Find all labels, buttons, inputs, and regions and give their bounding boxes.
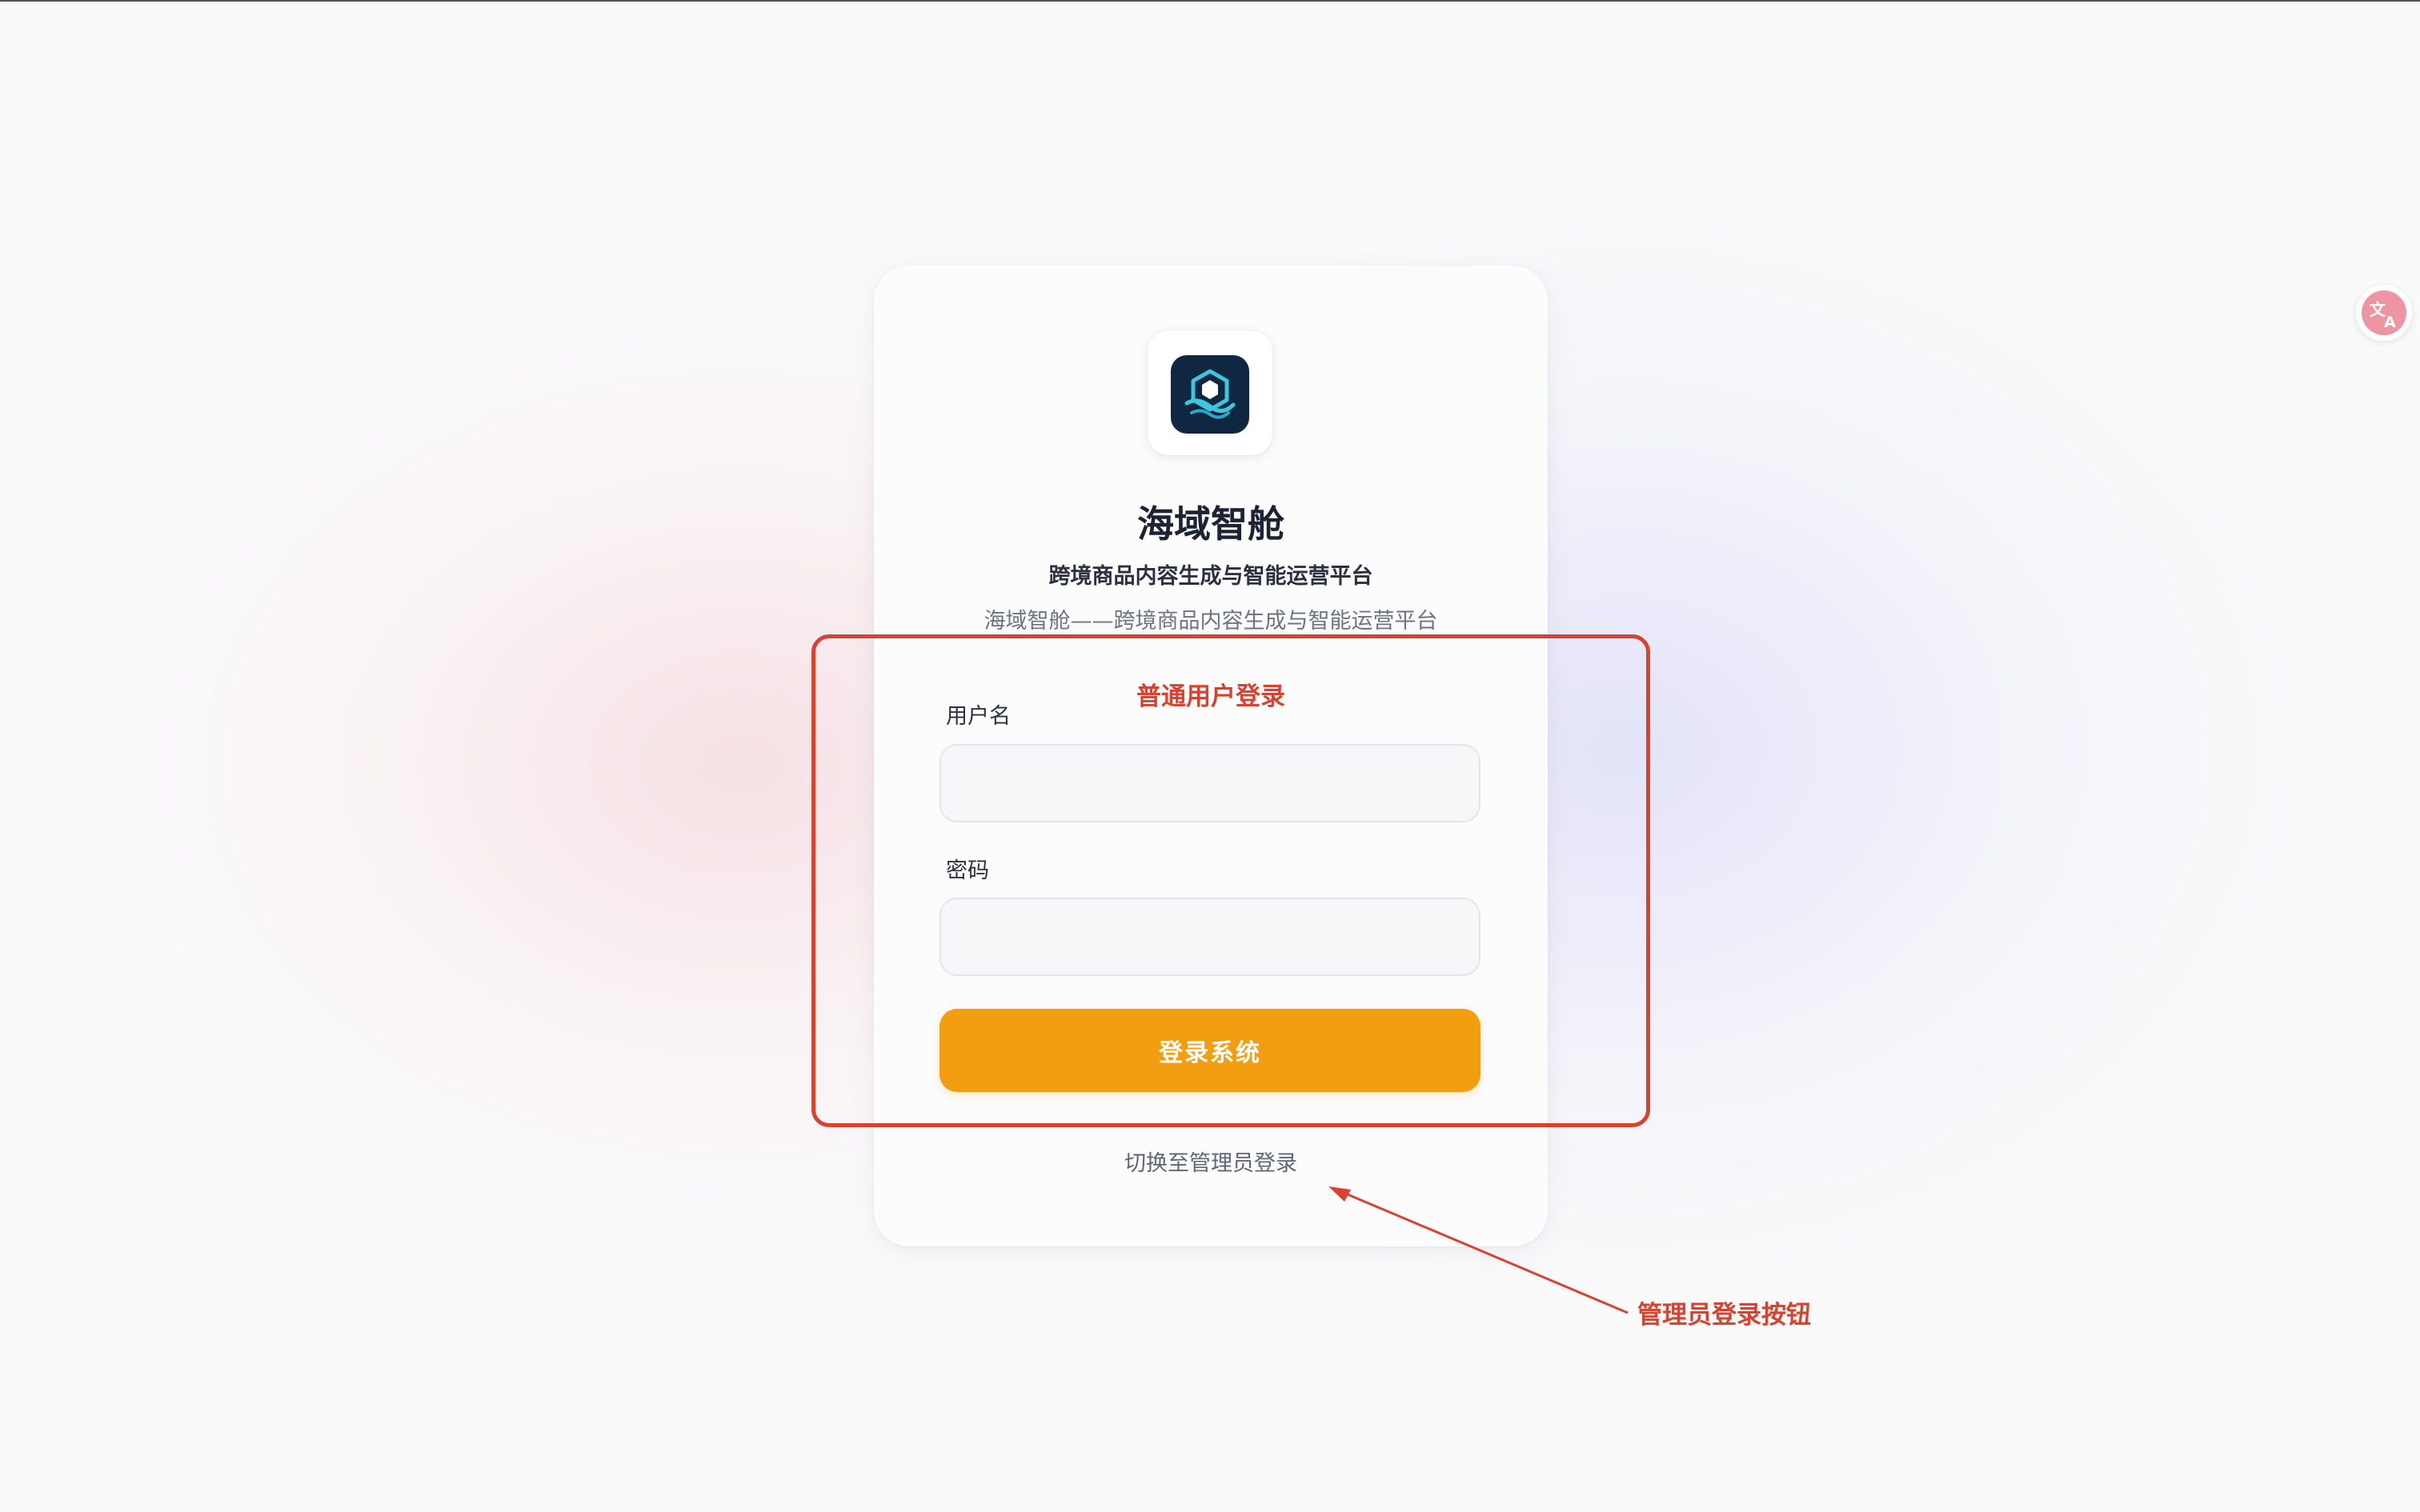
translate-icon: 文 A	[2362, 290, 2406, 335]
annotation-box	[811, 634, 1650, 1127]
svg-text:A: A	[2384, 314, 2396, 331]
switch-to-admin-link[interactable]: 切换至管理员登录	[874, 1147, 1548, 1181]
app-title: 海域智舱	[1137, 502, 1284, 546]
translate-button[interactable]: 文 A	[2356, 285, 2412, 341]
annotation-label: 管理员登录按钮	[1637, 1301, 1811, 1330]
app-tagline: 海域智舱——跨境商品内容生成与智能运营平台	[984, 609, 1438, 634]
top-border	[0, 0, 2420, 2]
cube-wave-icon	[1171, 355, 1249, 434]
app-subtitle: 跨境商品内容生成与智能运营平台	[1048, 564, 1373, 589]
